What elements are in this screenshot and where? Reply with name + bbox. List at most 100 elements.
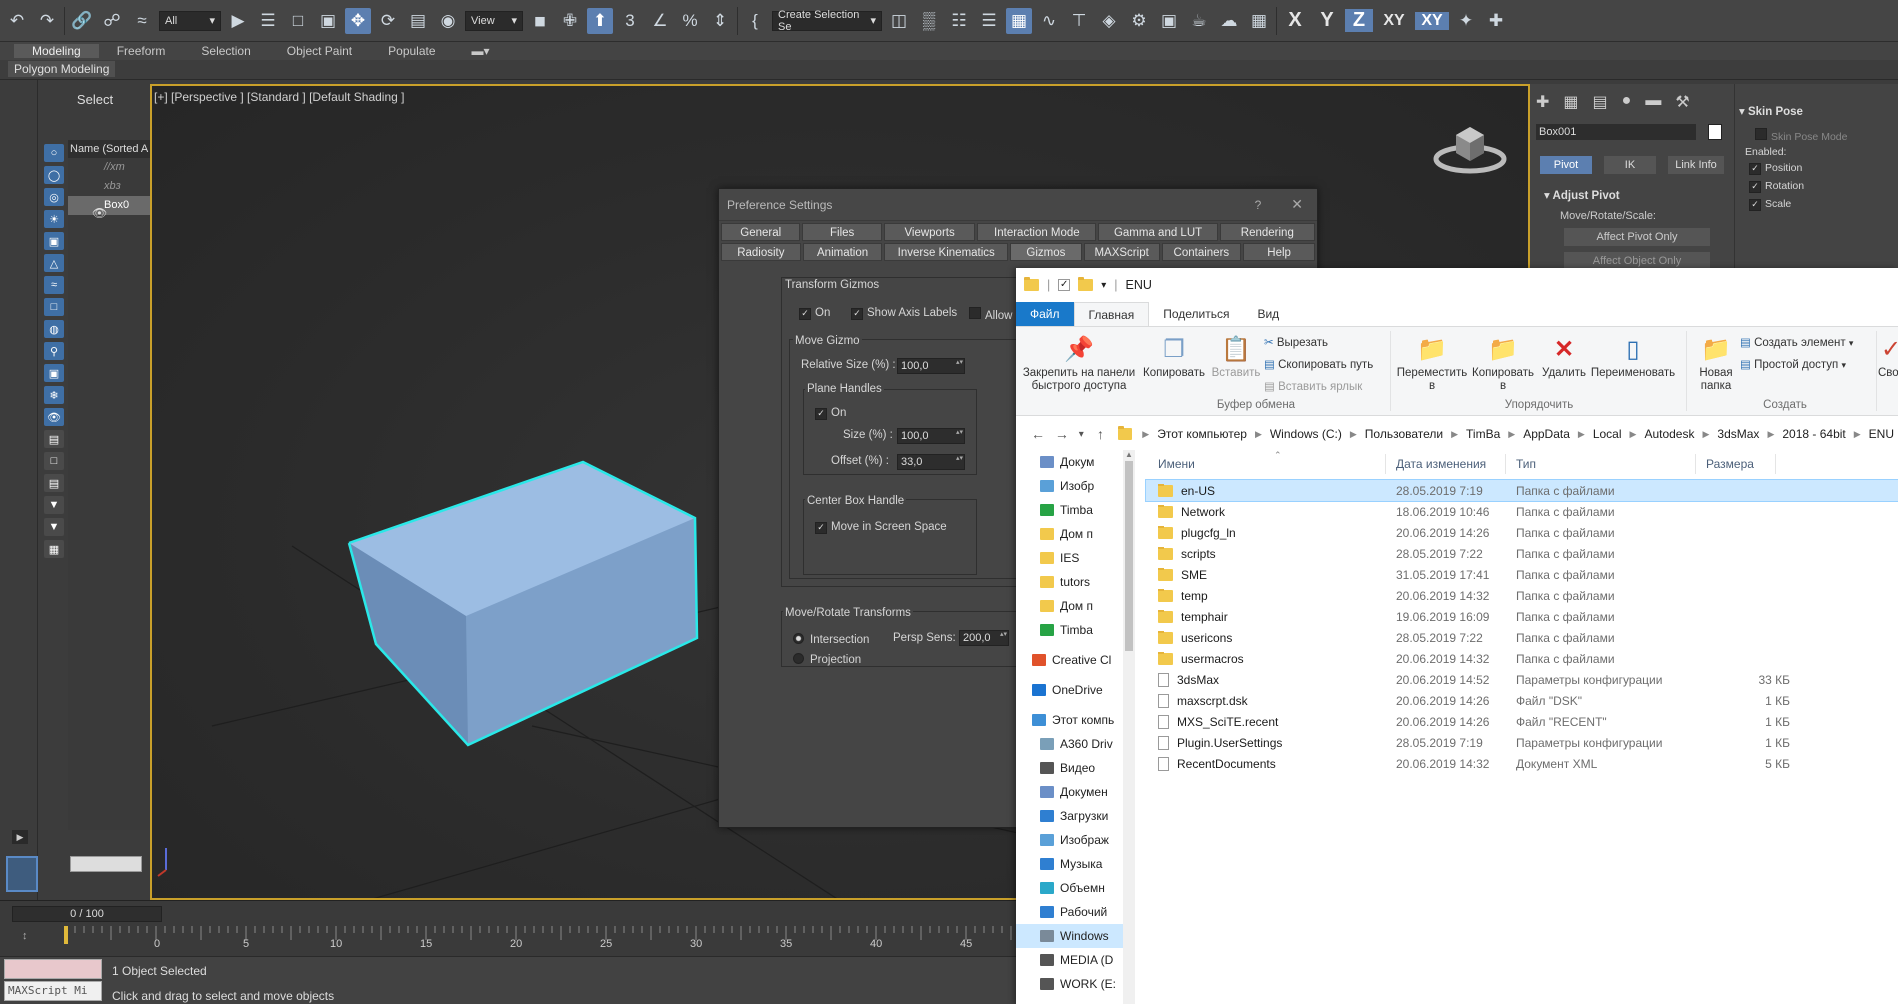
axis-xy-button[interactable]: XY: [1377, 12, 1411, 30]
gizmo-on-checkbox[interactable]: On: [799, 307, 830, 320]
breadcrumb-separator-icon[interactable]: ▶: [1763, 429, 1778, 440]
table-row[interactable]: usericons 28.05.2019 7:22 Папка с файлами: [1146, 627, 1898, 648]
sidebar-item[interactable]: Изобр⌖: [1016, 474, 1134, 498]
select-by-name-icon[interactable]: ☰: [255, 8, 281, 34]
schematic-view-icon[interactable]: ⊤: [1066, 8, 1092, 34]
sidebar-item[interactable]: OneDrive: [1016, 678, 1134, 702]
manipulate-icon[interactable]: ✙: [557, 8, 583, 34]
breadcrumb-separator-icon[interactable]: ▶: [1251, 429, 1266, 440]
plane-size-spinner[interactable]: 100,0: [897, 428, 965, 444]
list-item[interactable]: xbз: [68, 177, 150, 196]
breadcrumb-item[interactable]: Autodesk: [1640, 427, 1698, 441]
breadcrumb-item[interactable]: Пользователи: [1361, 427, 1447, 441]
copy-path-button[interactable]: ▤ Скопировать путь: [1264, 357, 1373, 371]
a360-gallery-icon[interactable]: ▦: [1246, 8, 1272, 34]
ribbon-tab-selection[interactable]: Selection: [183, 44, 268, 58]
table-row[interactable]: 3dsMax 20.06.2019 14:52 Параметры конфигур…: [1146, 669, 1898, 690]
adjust-pivot-rollout-title[interactable]: ▾ Adjust Pivot: [1544, 188, 1620, 202]
display-groups-icon[interactable]: □: [44, 298, 64, 316]
position-checkbox[interactable]: Position: [1749, 162, 1802, 175]
display-bones-icon[interactable]: ⚲: [44, 342, 64, 360]
scrollbar-thumb[interactable]: [1125, 461, 1133, 651]
time-slider[interactable]: 0 / 100: [12, 906, 162, 922]
plane-offset-spinner[interactable]: 33,0: [897, 454, 965, 470]
breadcrumb-item[interactable]: Этот компьютер: [1153, 427, 1251, 441]
display-hidden-icon[interactable]: 👁: [44, 408, 64, 426]
recent-locations-icon[interactable]: ▾: [1074, 429, 1089, 440]
table-row[interactable]: MXS_SciTE.recent 20.06.2019 14:26 Файл "RE…: [1146, 711, 1898, 732]
tab-interaction-mode[interactable]: Interaction Mode: [977, 223, 1097, 241]
sidebar-item[interactable]: Докум⌖: [1016, 450, 1134, 474]
display-icon[interactable]: ▬: [1645, 92, 1661, 112]
sidebar-item[interactable]: A360 Driv: [1016, 732, 1134, 756]
snaps-toggle-icon[interactable]: 3: [617, 8, 643, 34]
table-row[interactable]: maxscrpt.dsk 20.06.2019 14:26 Файл "DSK" 1 …: [1146, 690, 1898, 711]
breadcrumb-separator-icon[interactable]: ▶: [1698, 429, 1713, 440]
ribbon-tab-populate[interactable]: Populate: [370, 44, 453, 58]
cut-button[interactable]: ✂ Вырезать: [1264, 335, 1328, 349]
percent-snap-icon[interactable]: %: [677, 8, 703, 34]
link-info-tab[interactable]: Link Info: [1668, 156, 1724, 174]
tab-viewports[interactable]: Viewports: [883, 223, 976, 241]
sidebar-item[interactable]: Музыка: [1016, 852, 1134, 876]
tab-containers[interactable]: Containers: [1161, 243, 1242, 261]
table-row[interactable]: Network 18.06.2019 10:46 Папка с файлами: [1146, 501, 1898, 522]
sidebar-item[interactable]: Дом п⌖: [1016, 594, 1134, 618]
polygon-modeling-tab[interactable]: Polygon Modeling: [8, 61, 116, 77]
tab-home[interactable]: Главная: [1073, 302, 1150, 326]
edit-named-selection-icon[interactable]: {: [742, 8, 768, 34]
viewcube-icon[interactable]: [1430, 115, 1510, 175]
unlink-icon[interactable]: ☍: [99, 8, 125, 34]
breadcrumb-separator-icon[interactable]: ▶: [1346, 429, 1361, 440]
persp-sens-spinner[interactable]: 200,0: [959, 630, 1009, 646]
rectangular-selection-icon[interactable]: □: [285, 8, 311, 34]
breadcrumb-item[interactable]: Local: [1589, 427, 1626, 441]
scale-checkbox[interactable]: Scale: [1749, 198, 1791, 211]
sidebar-item[interactable]: Объемн: [1016, 876, 1134, 900]
tab-inverse-kinematics[interactable]: Inverse Kinematics: [884, 243, 1009, 261]
current-frame-marker[interactable]: [64, 926, 68, 944]
viewport-label[interactable]: [+] [Perspective ] [Standard ] [Default …: [154, 90, 404, 104]
dialog-title-bar[interactable]: Preference Settings ? ✕: [719, 189, 1317, 221]
sidebar-item[interactable]: MEDIA (D: [1016, 948, 1134, 972]
maxscript-listener-output[interactable]: [4, 959, 102, 979]
render-setup-icon[interactable]: ⚙: [1126, 8, 1152, 34]
filter-icon[interactable]: ▼: [44, 496, 64, 514]
align-icon[interactable]: ▒: [916, 8, 942, 34]
scene-explorer-select-label[interactable]: Select: [40, 92, 150, 107]
breadcrumb-item[interactable]: Windows (C:): [1266, 427, 1346, 441]
redo-icon[interactable]: ↷: [34, 8, 60, 34]
display-none-icon[interactable]: ○: [44, 144, 64, 162]
table-row[interactable]: scripts 28.05.2019 7:22 Папка с файлами: [1146, 543, 1898, 564]
select-and-rotate-icon[interactable]: ⟳: [375, 8, 401, 34]
sidebar-item[interactable]: IES⌖: [1016, 546, 1134, 570]
motion-icon[interactable]: ●: [1622, 92, 1632, 112]
eye-icon[interactable]: 👁: [92, 206, 107, 220]
move-to-button[interactable]: 📁 Переместить в: [1394, 335, 1470, 393]
rendered-frame-window-icon[interactable]: ▣: [1156, 8, 1182, 34]
sidebar-item[interactable]: Creative Cl: [1016, 648, 1134, 672]
new-folder-icon[interactable]: [1078, 277, 1094, 291]
pin-to-quick-access-button[interactable]: 📌 Закрепить на панели быстрого доступа: [1022, 335, 1136, 393]
ribbon-tab-freeform[interactable]: Freeform: [99, 44, 184, 58]
named-selection-sets-dropdown[interactable]: Create Selection Se ▾: [772, 9, 882, 33]
modify-icon[interactable]: ▦: [1563, 92, 1578, 112]
tab-gamma-and-lut[interactable]: Gamma and LUT: [1098, 223, 1218, 241]
pivot-point-center-icon[interactable]: ◾: [527, 8, 553, 34]
relative-size-spinner[interactable]: 100,0: [897, 358, 965, 374]
breadcrumb-item[interactable]: TimBa: [1462, 427, 1504, 441]
sidebar-item[interactable]: Рабочий: [1016, 900, 1134, 924]
tab-maxscript[interactable]: MAXScript: [1083, 243, 1160, 261]
display-space-warps-icon[interactable]: ≈: [44, 276, 64, 294]
customize-quick-access-icon[interactable]: ▾: [1101, 280, 1106, 291]
ribbon-toggle-icon[interactable]: ▦: [1006, 7, 1032, 34]
display-all-icon[interactable]: ▤: [44, 430, 64, 448]
new-item-button[interactable]: ▤ Создать элемент ▾: [1740, 335, 1853, 349]
sidebar-item[interactable]: Дом п⌖: [1016, 522, 1134, 546]
column-name[interactable]: Имени: [1146, 453, 1386, 474]
sidebar-item[interactable]: Timba⌖: [1016, 498, 1134, 522]
breadcrumb-separator-icon[interactable]: ▶: [1574, 429, 1589, 440]
copy-to-button[interactable]: 📁 Копировать в: [1468, 335, 1538, 393]
layer-icon[interactable]: ▦: [44, 540, 64, 558]
utilities-icon[interactable]: ⚒: [1675, 92, 1689, 112]
